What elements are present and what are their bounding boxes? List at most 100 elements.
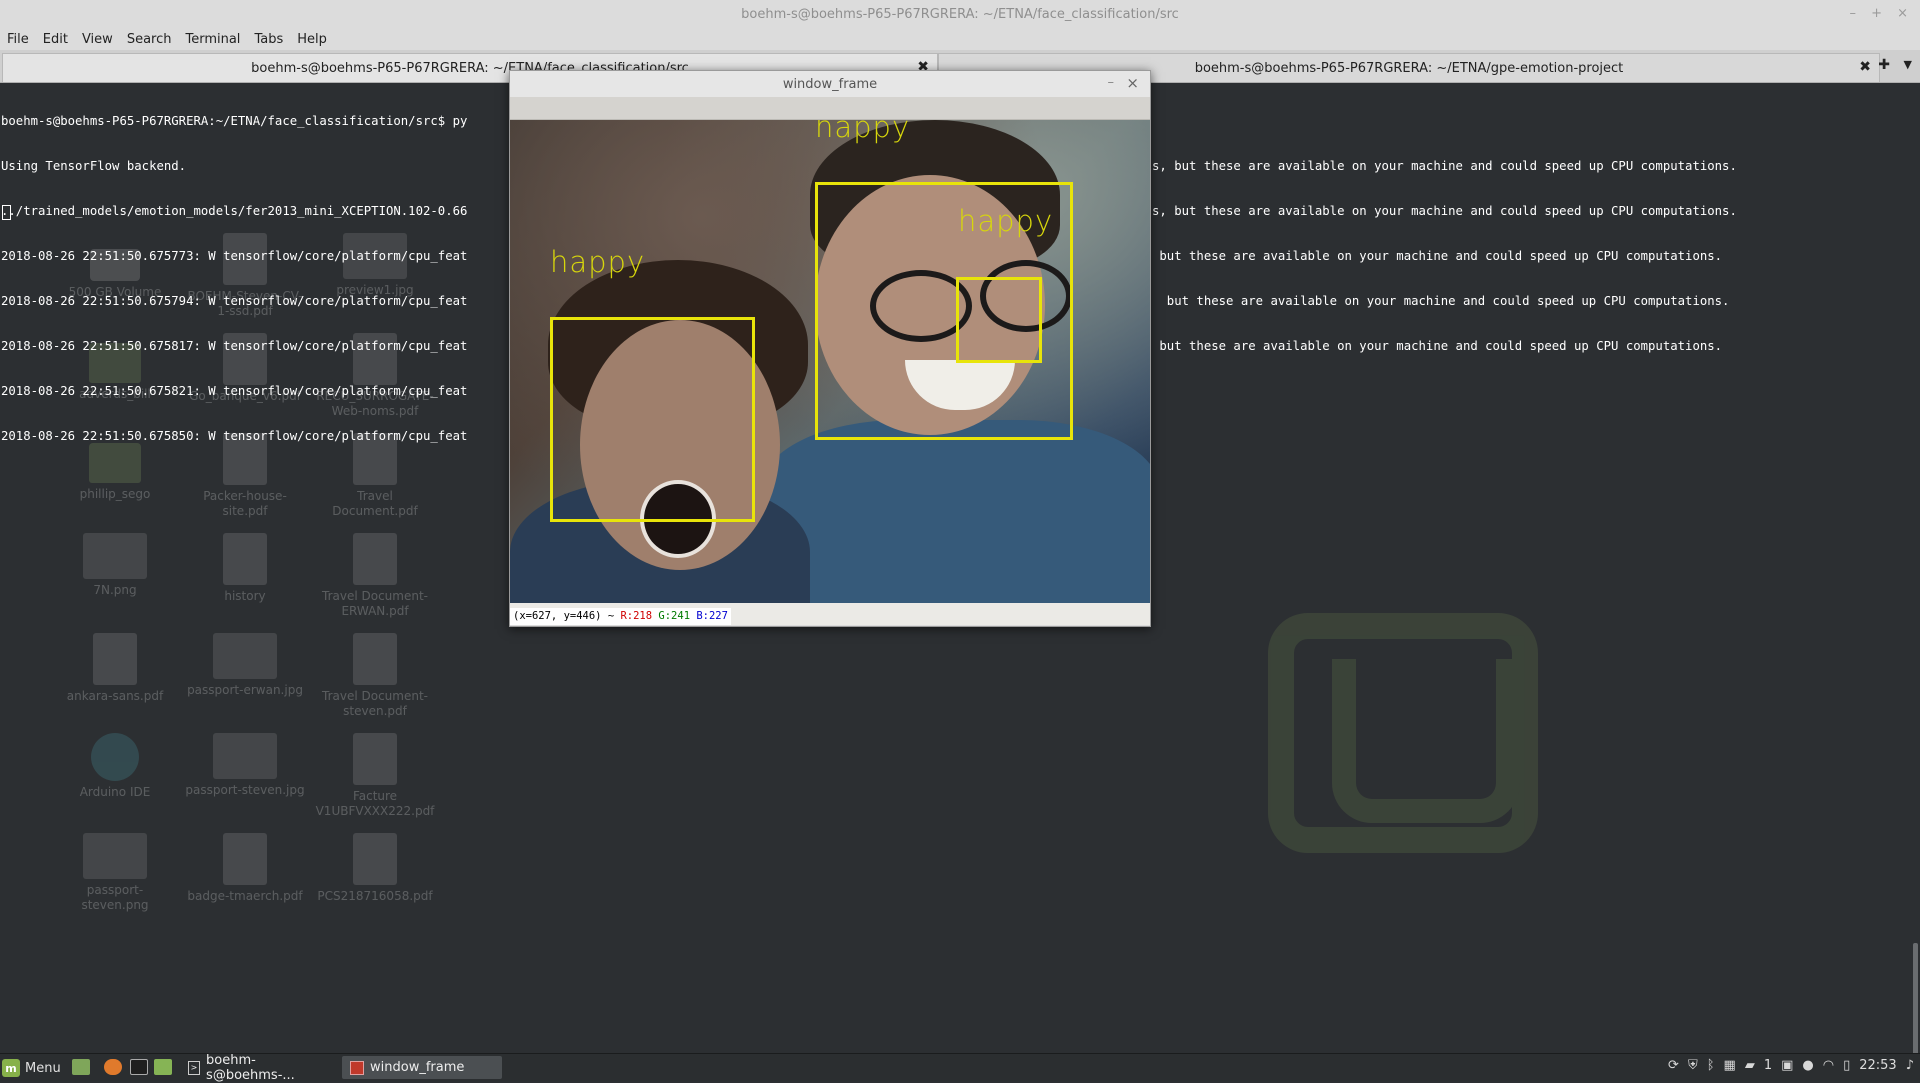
terminal-line: 2018-08-26 22:51:50.675817: W tensorflow… (1, 339, 468, 353)
keyboard-layout-flag-icon[interactable]: ▦ (1724, 1058, 1736, 1073)
menu-file[interactable]: File (0, 32, 36, 47)
desktop-icon-label: passport-steven.jpg (185, 783, 305, 797)
img-icon (83, 533, 147, 579)
terminal-line: s, but these are available on your machi… (1152, 159, 1737, 173)
doc-icon (353, 533, 397, 585)
img-icon (213, 633, 277, 679)
pixel-readout: (x=627, y=446) ~ R:218 G:241 B:227 (510, 608, 731, 625)
menu-label: Menu (25, 1060, 61, 1076)
task-label: window_frame (370, 1060, 465, 1075)
pixel-status-bar: (x=627, y=446) ~ R:218 G:241 B:227 (510, 603, 1150, 625)
pixel-green: G:241 (658, 610, 691, 622)
img-icon (213, 733, 277, 779)
new-tab-icon[interactable]: ✚ (1878, 57, 1890, 73)
terminal-launcher-icon[interactable] (130, 1059, 148, 1075)
update-icon[interactable]: ⟳ (1668, 1058, 1679, 1073)
terminal-line: ../trained_models/emotion_models/fer2013… (1, 204, 468, 218)
show-desktop-icon[interactable] (72, 1059, 90, 1075)
desktop-icon[interactable]: passport-erwan.jpg (185, 633, 305, 698)
menu-view[interactable]: View (75, 32, 120, 47)
desktop-icon[interactable]: Facture V1UBFVXXX222.pdf (315, 733, 435, 819)
desktop-icon-label: Arduino IDE (79, 785, 151, 799)
files-icon[interactable] (154, 1059, 172, 1075)
minimize-button[interactable]: – (1850, 6, 1857, 21)
pixel-coords: (x=627, y=446) ~ (513, 610, 621, 622)
battery-icon[interactable]: ▯ (1843, 1058, 1850, 1073)
clipboard-icon[interactable]: ▣ (1781, 1058, 1793, 1073)
terminal-output-right: s, but these are available on your machi… (1152, 129, 1912, 384)
window-frame[interactable]: window_frame – × happy happy happy (x=62… (509, 70, 1151, 627)
window-title: boehm-s@boehms-P65-P67RGRERA: ~/ETNA/fac… (741, 6, 1179, 22)
desktop-icon[interactable]: Travel Document-steven.pdf (315, 633, 435, 719)
window-frame-minimize-button[interactable]: – (1108, 75, 1115, 90)
terminal-scrollbar[interactable] (1913, 943, 1918, 1053)
task-window-frame[interactable]: window_frame (342, 1056, 502, 1079)
desktop-icon[interactable]: 7N.png (55, 533, 175, 598)
terminal-line: 2018-08-26 22:51:50.675821: W tensorflow… (1, 384, 468, 398)
desktop-icon[interactable]: passport-steven.jpg (185, 733, 305, 798)
desktop-icon[interactable]: badge-tmaerch.pdf (185, 833, 305, 904)
close-button[interactable]: × (1897, 6, 1908, 21)
firefox-icon[interactable] (104, 1059, 122, 1075)
window-frame-titlebar[interactable]: window_frame – × (510, 71, 1150, 97)
terminal-line: 2018-08-26 22:51:50.675794: W tensorflow… (1, 294, 468, 308)
start-menu-button[interactable]: m Menu (2, 1057, 61, 1079)
terminal-line: s, but these are available on your machi… (1152, 204, 1737, 218)
menu-edit[interactable]: Edit (36, 32, 75, 47)
linux-mint-logo (1268, 613, 1538, 853)
pixel-red: R:218 (620, 610, 653, 622)
mint-menu-icon: m (2, 1059, 20, 1077)
face-detection-box (956, 277, 1042, 363)
terminal-line: but these are available on your machine … (1152, 294, 1730, 308)
notifications-icon[interactable]: ▰ (1745, 1058, 1755, 1073)
volume-icon[interactable]: ♪ (1906, 1058, 1914, 1073)
clock[interactable]: 22:53 (1859, 1058, 1896, 1073)
desktop-icon-label: Facture V1UBFVXXX222.pdf (315, 789, 435, 818)
wifi-icon[interactable]: ◠ (1823, 1058, 1834, 1073)
person-body (760, 420, 1150, 603)
desktop-icon[interactable]: PCS218716058.pdf (315, 833, 435, 904)
close-tab-icon[interactable]: ✖ (1859, 59, 1871, 75)
emotion-label: happy (550, 245, 646, 279)
terminal-titlebar: boehm-s@boehms-P65-P67RGRERA: ~/ETNA/fac… (0, 0, 1920, 28)
terminal-line: but these are available on your machine … (1152, 249, 1723, 263)
desktop-icon[interactable]: history (185, 533, 305, 604)
desktop-icon[interactable]: passport-steven.png (55, 833, 175, 913)
doc-icon (353, 733, 397, 785)
menu-tabs[interactable]: Tabs (247, 32, 290, 47)
bluetooth-icon[interactable]: ᛒ (1707, 1058, 1715, 1073)
doc-icon (353, 633, 397, 685)
window-frame-close-button[interactable]: × (1126, 74, 1139, 92)
desktop-icon[interactable]: Travel Document-ERWAN.pdf (315, 533, 435, 619)
doc-icon (223, 533, 267, 585)
desktop-icon[interactable]: ankara-sans.pdf (55, 633, 175, 704)
terminal-line: 2018-08-26 22:51:50.675773: W tensorflow… (1, 249, 468, 263)
doc-icon (223, 833, 267, 885)
workspace-number[interactable]: 1 (1764, 1058, 1772, 1073)
terminal-line: Using TensorFlow backend. (1, 159, 187, 173)
tab-list-icon[interactable]: ▼ (1904, 58, 1912, 71)
emotion-label: happy (958, 204, 1054, 238)
webcam-frame[interactable]: happy happy happy (510, 120, 1150, 603)
window-frame-title: window_frame (782, 76, 878, 92)
terminal-output-left: boehm-s@boehms-P65-P67RGRERA:~/ETNA/face… (1, 84, 506, 474)
window-icon (350, 1060, 364, 1075)
menu-help[interactable]: Help (290, 32, 334, 47)
desktop-icon-label: badge-tmaerch.pdf (187, 889, 303, 903)
desktop-icon-label: 7N.png (93, 583, 137, 597)
menu-search[interactable]: Search (120, 32, 179, 47)
shield-icon[interactable]: ⛨ (1688, 1058, 1698, 1073)
desktop-icon-label: Packer-house-site.pdf (203, 489, 287, 518)
task-terminal[interactable]: > boehm-s@boehms-... (180, 1053, 330, 1083)
terminal-cursor (2, 205, 11, 220)
user-icon[interactable]: ● (1802, 1058, 1813, 1073)
desktop-icon-label: history (224, 589, 266, 603)
desktop-icon-label: PCS218716058.pdf (317, 889, 433, 903)
menu-terminal[interactable]: Terminal (178, 32, 247, 47)
terminal-icon: > (188, 1060, 201, 1075)
desktop-icon-label: ankara-sans.pdf (66, 689, 164, 703)
maximize-button[interactable]: + (1871, 6, 1882, 21)
terminal-line: 2018-08-26 22:51:50.675850: W tensorflow… (1, 429, 468, 443)
desktop-icon[interactable]: Arduino IDE (55, 733, 175, 800)
taskbar: m Menu > boehm-s@boehms-... window_frame… (0, 1053, 1920, 1083)
